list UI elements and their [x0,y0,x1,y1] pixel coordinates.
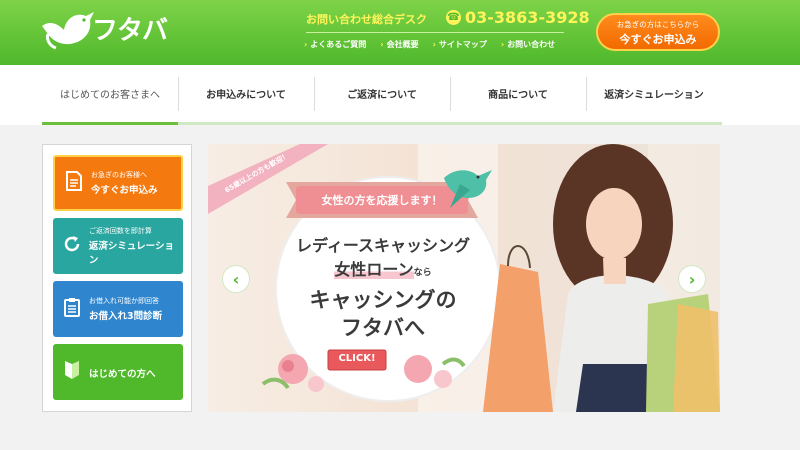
sublink-contact[interactable]: お問い合わせ [501,39,555,50]
carousel-next-button[interactable]: › [678,265,706,293]
refresh-icon [61,234,83,259]
headline-line2: 女性ローンなら [268,256,498,280]
site-header: フタバ お問い合わせ総合デスク ☎ 03-3863-3928 よくあるご質問 会… [0,0,800,65]
document-icon [63,170,85,196]
headline-line4: フタバへ [341,316,425,340]
logo-text: フタバ [92,16,168,46]
sidebar-diagnosis-label: お借入れ3問診断 [89,311,163,322]
nav-products[interactable]: 商品について [450,65,586,121]
apply-now-label: 今すぐお申込み [619,33,697,46]
carousel-prev-button[interactable]: ‹ [222,265,250,293]
contact-desk-label: お問い合わせ総合デスク [306,13,427,26]
nav-active-indicator [42,122,178,125]
clipboard-icon [61,297,83,322]
nav-application[interactable]: お申込みについて [178,65,314,121]
apply-now-button[interactable]: お急ぎの方はこちらから 今すぐお申込み [596,13,720,51]
click-button[interactable]: CLICK! [328,353,386,364]
phone-icon: ☎ [446,10,461,25]
sidebar-diagnosis-button[interactable]: お借入れ可能か即回答 お借入れ3問診断 [53,281,183,337]
sublink-faq[interactable]: よくあるご質問 [304,39,366,50]
headline-line3: キャッシングの [309,288,457,312]
headline-line2-suffix: なら [413,268,432,278]
phone-number[interactable]: ☎ 03-3863-3928 [446,8,590,27]
apply-now-sub: お急ぎの方はこちらから [616,20,700,29]
chevron-left-icon: ‹ [232,269,240,289]
sublink-company[interactable]: 会社概要 [380,39,419,50]
chevron-right-icon: › [688,269,696,289]
nav-repayment[interactable]: ご返済について [314,65,450,121]
header-divider [306,32,564,33]
sidebar-apply-label: 今すぐお申込み [91,185,158,196]
sidebar-apply-sub: お急ぎのお客様へ [91,171,147,179]
sidebar-simulation-label: 返済シミュレーション [88,241,174,266]
sidebar-beginner-label: はじめての方へ [89,369,156,380]
headline-line1: レディースキャッシング [295,236,471,255]
sidebar-apply-button[interactable]: お急ぎのお客様へ 今すぐお申込み [53,155,183,211]
dove-logo-icon [42,12,94,50]
beginner-mark-icon [61,360,83,385]
nav-first-time[interactable]: はじめてのお客さまへ [42,65,178,121]
headline-line2-main: 女性ローン [334,260,414,279]
main-nav: はじめてのお客さまへ お申込みについて ご返済について 商品について 返済シミュ… [0,65,800,125]
phone-text: 03-3863-3928 [465,8,590,27]
header-sublinks: よくあるご質問 会社概要 サイトマップ お問い合わせ [304,39,555,50]
nav-simulation[interactable]: 返済シミュレーション [586,65,722,121]
sidebar-simulation-button[interactable]: ご返済回数を即計算 返済シミュレーション [53,218,183,274]
ribbon-text: 女性の方を応援します！ [321,194,443,207]
sidebar-beginner-button[interactable]: はじめての方へ [53,344,183,400]
sidebar: お急ぎのお客様へ 今すぐお申込み ご返済回数を即計算 返済シミュレーション お借… [42,144,192,412]
hero-banner[interactable]: 65歳以上の方も歓迎！ 女性の方を応援します！ レディースキャッシング 女性ロー… [208,144,720,412]
sidebar-simulation-sub: ご返済回数を即計算 [88,227,152,235]
sidebar-diagnosis-sub: お借入れ可能か即回答 [89,297,159,305]
sublink-sitemap[interactable]: サイトマップ [433,39,487,50]
